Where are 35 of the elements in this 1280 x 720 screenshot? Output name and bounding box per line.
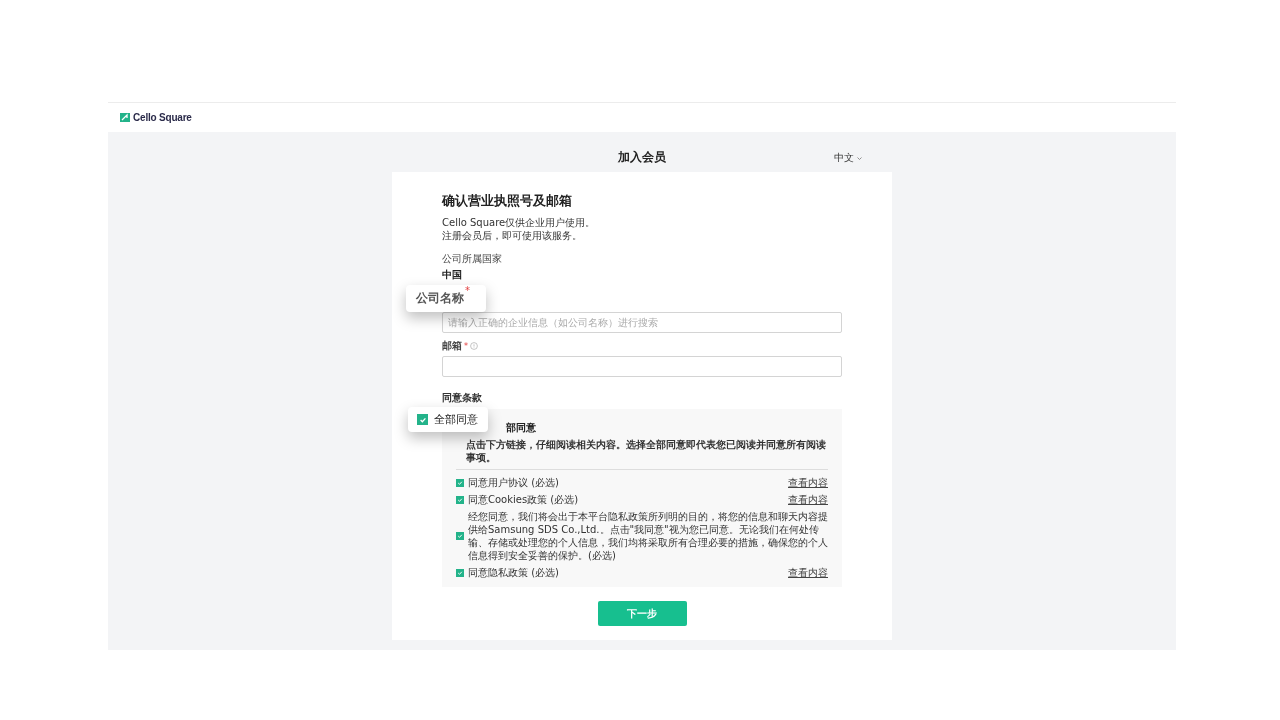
terms-text: 同意隐私政策 (必选) (468, 565, 560, 580)
checkbox[interactable] (456, 568, 464, 577)
intro-text: Cello Square仅供企业用户使用。 (442, 216, 597, 229)
page-title: 加入会员 (618, 149, 666, 162)
help-icon[interactable] (470, 342, 478, 350)
field-label: 公司所属国家 (442, 252, 503, 266)
section-label: 同意条款 (442, 391, 483, 405)
company-search-field[interactable]: 请输入正确的企业信息（如公司名称）进行搜索 (442, 312, 842, 333)
caret-icon (857, 156, 862, 160)
country-value: 中国 (442, 268, 463, 282)
terms-text: 经您同意，我们将会出于本平台隐私政策所列明的目的，将您的信息和聊天内容提供给Samsung SDS Co.,Ltd.。点击"我同意"视为您已同意。无论我们在何处传输、存储或处理您的个人信息，我们均将采取所有合理必要的措施，确保您的个人信息得到安全妥善的保护。(必选) (468, 510, 828, 563)
view-content-link[interactable]: 查看内容 (788, 475, 828, 490)
language-dropdown[interactable]: 中文 (834, 151, 862, 165)
form-heading: 确认营业执照号及邮箱 (442, 192, 573, 210)
checkbox[interactable] (456, 478, 464, 487)
all-agree-label: 部同意 (505, 421, 537, 435)
logo-text[interactable]: Cello Square (133, 112, 192, 123)
checkmark-icon (418, 415, 427, 424)
view-content-link[interactable]: 查看内容 (788, 565, 828, 580)
view-content-link[interactable]: 查看内容 (788, 492, 828, 507)
all-agree-description: 点击下方链接，仔细阅读相关内容。选择全部同意即代表您已阅读并同意所有阅读事项。 (465, 438, 827, 464)
callout-label: 公司名称 (416, 290, 464, 307)
field-label: 邮箱 (442, 339, 462, 353)
checkmark-icon (457, 532, 463, 540)
terms-text: 同意用户协议 (必选) (468, 475, 560, 490)
email-field[interactable] (442, 356, 842, 377)
checkbox[interactable] (417, 414, 428, 425)
checkbox[interactable] (456, 532, 464, 540)
callout-label: 全部同意 (434, 412, 478, 427)
logo-icon (120, 113, 130, 122)
checkbox[interactable] (456, 495, 464, 504)
terms-text: 同意Cookies政策 (必选) (468, 492, 580, 507)
required-mark: * (465, 285, 470, 296)
required-mark: * (464, 341, 468, 351)
intro-text: 注册会员后，即可使用该服务。 (442, 229, 583, 242)
